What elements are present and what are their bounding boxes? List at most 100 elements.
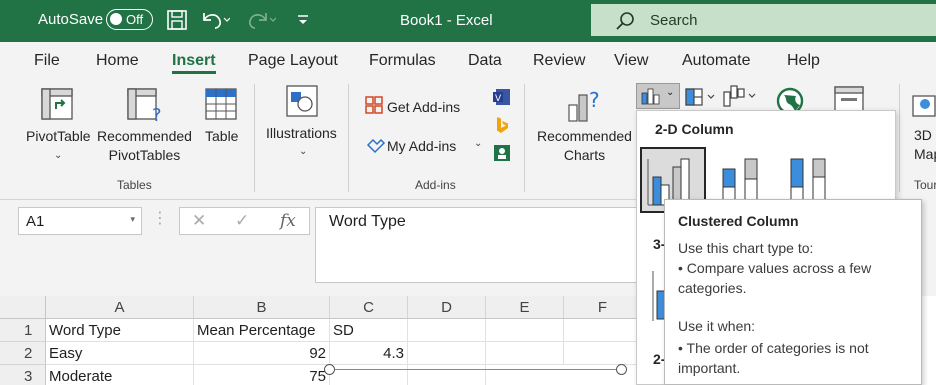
pivot-table-icon [41,88,73,120]
tab-file[interactable]: File [34,52,60,70]
cell-d1[interactable] [408,319,486,342]
select-all-corner[interactable] [0,296,46,319]
chart-frame-top-edge [330,369,622,370]
illustrations-button[interactable]: Illustrations [266,124,337,143]
redo-icon[interactable] [246,9,276,31]
column-chart-icon [641,88,660,105]
waterfall-chart-icon[interactable] [722,84,758,108]
cell-c2[interactable]: 4.3 [330,342,408,365]
tooltip-line: Use it when: [678,318,756,334]
svg-text:V: V [495,94,502,104]
cell-e2[interactable] [486,342,564,365]
worksheet-grid: A B C D E F 1 Word Type Mean Percentage … [0,296,642,385]
store-icon [365,96,383,114]
column-header-e[interactable]: E [486,296,564,319]
tooltip-line: • The order of categories is not [678,340,869,356]
3d-map-button[interactable]: 3D Map [914,126,936,164]
formula-value: Word Type [329,213,406,230]
column-header-b[interactable]: B [194,296,330,319]
recommended-charts-icon: ? [568,88,600,122]
column-header-d[interactable]: D [408,296,486,319]
customize-qat-icon[interactable] [296,9,310,31]
grip-dots-icon[interactable]: ⋮ [152,208,168,228]
my-addins-button[interactable]: My Add-ins [387,137,456,156]
cell-b3[interactable]: 75 [194,365,330,385]
tooltip-line: • Compare values across a few [678,260,872,276]
chart-type-tooltip: Clustered Column Use this chart type to:… [664,199,922,385]
people-graph-icon[interactable] [492,143,512,163]
enter-icon[interactable]: ✓ [235,211,249,231]
tooltip-title: Clustered Column [678,213,799,229]
3d-map-icon [912,95,936,117]
column-header-f[interactable]: F [564,296,642,319]
tab-insert[interactable]: Insert [172,52,216,70]
insert-function-button[interactable]: fx [280,211,296,231]
ribbon-overflow: 3D Map Tour [895,78,936,200]
cell-c1[interactable]: SD [330,319,408,342]
formula-controls: ✕ ✓ fx [179,207,310,235]
name-box[interactable]: A1 ▾ [18,207,142,235]
row-header-1[interactable]: 1 [0,319,46,342]
resize-handle[interactable] [324,364,335,375]
recommended-charts-label-2: Charts [563,147,606,163]
group-separator [254,84,255,192]
tab-home[interactable]: Home [96,52,139,70]
column-chart-chevron-icon: ⌄ [666,87,675,98]
column-chart-button[interactable]: ⌄ [636,83,680,109]
name-box-value: A1 [26,213,45,230]
tab-data[interactable]: Data [468,52,502,70]
pivot-table-button[interactable]: PivotTable [26,127,91,146]
formula-input[interactable]: Word Type [315,207,645,283]
resize-handle[interactable] [616,364,627,375]
name-box-chevron-icon[interactable]: ▾ [130,214,135,225]
title-bar: AutoSave Off Book1 - Excel Search [0,0,936,42]
search-placeholder: Search [650,12,698,29]
column-header-a[interactable]: A [46,296,194,319]
my-addins-chevron-icon[interactable]: ⌄ [474,138,482,149]
tab-automate[interactable]: Automate [682,52,750,70]
row-header-3[interactable]: 3 [0,365,46,385]
tour-group-label: Tour [914,178,936,192]
table-icon [205,88,237,120]
document-title: Book1 - Excel [400,12,493,29]
cancel-icon[interactable]: ✕ [192,211,206,231]
column-header-c[interactable]: C [330,296,408,319]
save-icon[interactable] [166,9,188,31]
svg-text:?: ? [589,88,600,112]
recommended-charts-label-1: Recommended [537,128,632,144]
tab-view[interactable]: View [614,52,648,70]
get-addins-button[interactable]: Get Add-ins [387,98,460,117]
cell-d3[interactable] [408,365,486,385]
search-box[interactable]: Search [591,4,936,36]
cell-a2[interactable]: Easy [46,342,194,365]
autosave-toggle[interactable]: Off [106,9,153,30]
recommended-charts-button[interactable]: Recommended Charts [537,127,632,165]
cell-d2[interactable] [408,342,486,365]
autosave-state: Off [126,12,144,27]
table-button[interactable]: Table [205,127,238,146]
tables-group-label: Tables [117,178,152,192]
row-header-2[interactable]: 2 [0,342,46,365]
tab-help[interactable]: Help [787,52,820,70]
cell-a3[interactable]: Moderate [46,365,194,385]
bing-icon[interactable] [492,115,512,135]
undo-icon[interactable] [200,9,230,31]
visio-icon[interactable]: V [492,87,512,107]
illustrations-chevron-icon[interactable]: ⌄ [299,146,307,157]
cell-c3[interactable] [330,365,408,385]
tab-review[interactable]: Review [533,52,585,70]
tooltip-line: important. [678,360,741,376]
hierarchy-chart-icon[interactable] [684,87,718,107]
tab-formulas[interactable]: Formulas [369,52,436,70]
cell-b2[interactable]: 92 [194,342,330,365]
pivot-table-chevron-icon[interactable]: ⌄ [54,150,62,161]
tooltip-line: Use this chart type to: [678,240,814,256]
tab-page-layout[interactable]: Page Layout [248,52,338,70]
cell-a1[interactable]: Word Type [46,319,194,342]
cell-e1[interactable] [486,319,564,342]
cell-f1[interactable] [564,319,640,342]
recommended-pivot-button[interactable]: Recommended PivotTables [97,127,192,165]
cell-f2[interactable] [564,342,640,365]
cell-b1[interactable]: Mean Percentage [194,319,330,342]
3d-map-label-1: 3D [914,127,932,143]
